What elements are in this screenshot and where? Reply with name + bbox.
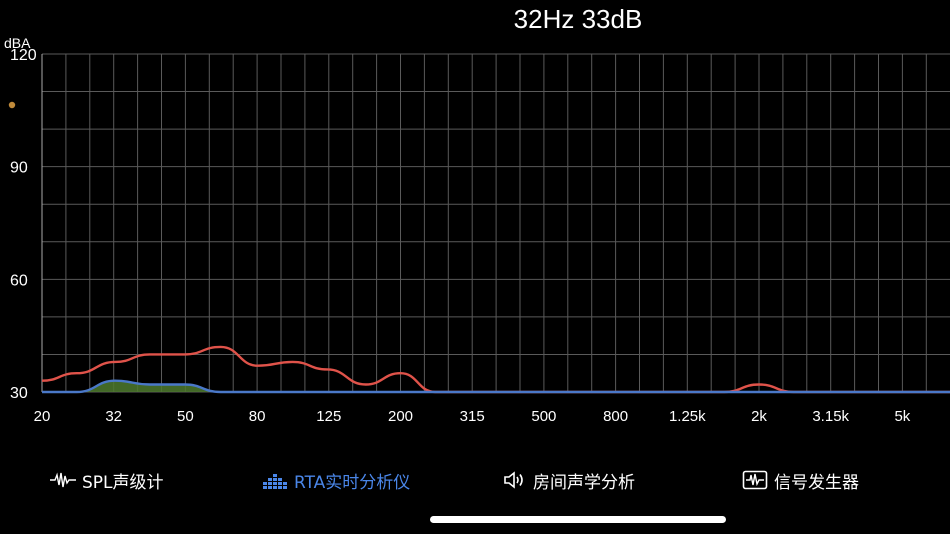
oscilloscope-icon [742,470,768,490]
speaker-icon [503,470,527,490]
x-axis: 20 32 50 80 125 200 315 500 800 1.25k 2k 3.15k 5k [34,408,911,425]
x-tick-label: 5k [894,408,910,425]
tab-label: RTA实时分析仪 [294,472,411,493]
bars-icon [262,471,288,489]
x-tick-label: 50 [177,408,194,425]
x-tick-label: 3.15k [812,408,849,425]
x-tick-label: 20 [34,408,51,425]
waveform-icon [50,471,76,489]
tab-room-acoustics[interactable]: 房间声学分析 [503,468,635,493]
y-tick-label: 120 [10,47,37,64]
tab-spl-meter[interactable]: SPL声级计 [50,468,164,493]
bottom-tab-bar: SPL声级计 RTA实时分析仪 房间声学分析 信号发生器 [0,462,950,498]
y-tick-label: 60 [10,272,28,289]
tab-label: SPL声级计 [82,472,164,493]
x-tick-label: 315 [460,408,485,425]
tab-label: 信号发生器 [774,472,859,493]
x-tick-label: 125 [316,408,341,425]
rta-chart: dBA306090120 20 32 50 80 125 200 315 500 800 1.25… [4,35,950,425]
x-tick-label: 200 [388,408,413,425]
home-indicator [430,516,726,523]
x-tick-label: 500 [531,408,556,425]
tab-label: 房间声学分析 [533,472,635,493]
y-tick-label: 30 [10,385,28,402]
tab-rta-analyzer[interactable]: RTA实时分析仪 [262,468,410,493]
x-tick-label: 80 [249,408,266,425]
tab-signal-generator[interactable]: 信号发生器 [742,468,859,493]
x-tick-label: 800 [603,408,628,425]
level-indicator-dot [8,101,16,109]
y-tick-label: 90 [10,160,28,177]
x-tick-label: 32 [105,408,122,425]
x-tick-label: 2k [751,408,767,425]
y-axis: dBA306090120 [4,35,43,402]
chart-grid [41,53,950,393]
x-tick-label: 1.25k [669,408,706,425]
